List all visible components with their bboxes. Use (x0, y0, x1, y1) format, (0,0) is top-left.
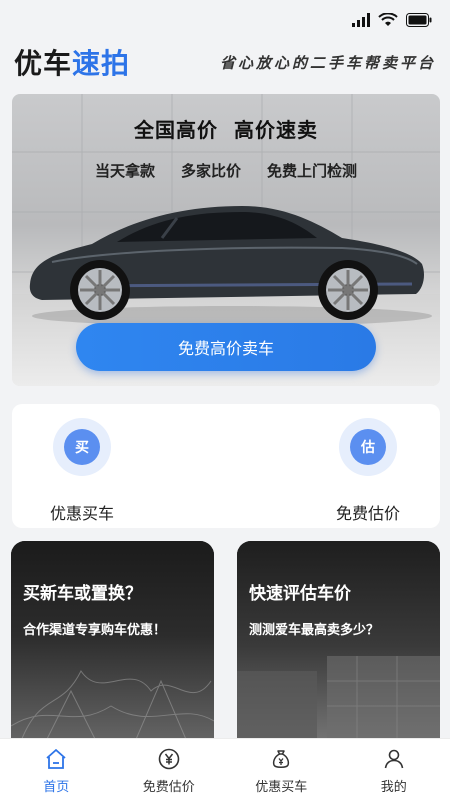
buy-icon-glyph: 买 (64, 429, 100, 465)
battery-icon (406, 13, 432, 27)
logo-main-text: 优车 (14, 47, 73, 80)
promo-card-estimate[interactable]: 快速评估车价 测测爱车最高卖多少？ (237, 541, 440, 751)
quick-action-label: 优惠买车 (49, 504, 114, 523)
nav-item-buy-car[interactable]: 优惠买车 (225, 739, 338, 800)
promo-background-image (11, 541, 214, 751)
nav-label: 免费估价 (142, 780, 195, 795)
nav-item-home[interactable]: 首页 (0, 739, 113, 800)
hero-feature-1: 当天拿款 (94, 162, 155, 180)
hero-banner[interactable]: 全国高价 高价速卖 当天拿款 多家比价 免费上门检测 免费高价卖车 (12, 94, 440, 386)
app-logo[interactable]: 优车速拍 (14, 42, 130, 82)
estimate-icon-glyph: 估 (350, 429, 386, 465)
yen-coin-icon (158, 748, 180, 770)
promo-title: 买新车或置换？ (23, 584, 142, 604)
nav-item-profile[interactable]: 我的 (338, 739, 450, 800)
nav-label: 首页 (43, 780, 70, 795)
hero-features: 当天拿款 多家比价 免费上门检测 (12, 160, 440, 181)
estimate-icon: 估 (339, 418, 397, 476)
quick-action-label: 免费估价 (335, 504, 400, 523)
quick-actions-card: 买 优惠买车 估 免费估价 (12, 404, 440, 528)
app-header: 优车速拍 省心放心的二手车帮卖平台 (0, 42, 450, 82)
hero-feature-3: 免费上门检测 (267, 162, 358, 180)
promo-subtitle: 测测爱车最高卖多少？ (249, 623, 380, 638)
money-bag-icon (273, 750, 290, 768)
slogan: 省心放心的二手车帮卖平台 (219, 53, 436, 72)
promo-subtitle: 合作渠道专享购车优惠！ (23, 623, 167, 638)
status-bar (0, 0, 450, 40)
quick-action-buy-car[interactable]: 买 优惠买车 (22, 418, 142, 524)
buy-icon: 买 (53, 418, 111, 476)
hero-feature-2: 多家比价 (180, 162, 241, 180)
promo-title: 快速评估车价 (249, 584, 351, 604)
user-icon (384, 749, 404, 769)
sell-car-button[interactable]: 免费高价卖车 (76, 323, 376, 371)
logo-accent-text: 速拍 (72, 47, 131, 80)
bottom-navigation: 首页 免费估价 优惠买车 我的 (0, 738, 450, 800)
sports-car-image (29, 206, 432, 326)
quick-action-estimate[interactable]: 估 免费估价 (308, 418, 428, 524)
promo-background-image (237, 541, 440, 751)
nav-label: 优惠买车 (255, 780, 308, 795)
hero-title: 全国高价 高价速卖 (134, 118, 318, 142)
nav-label: 我的 (380, 780, 407, 795)
promo-card-new-car[interactable]: 买新车或置换？ 合作渠道专享购车优惠！ (11, 541, 214, 751)
nav-item-estimate[interactable]: 免费估价 (113, 739, 226, 800)
wifi-icon (378, 13, 398, 26)
signal-icon (352, 13, 370, 27)
home-icon (46, 749, 66, 769)
